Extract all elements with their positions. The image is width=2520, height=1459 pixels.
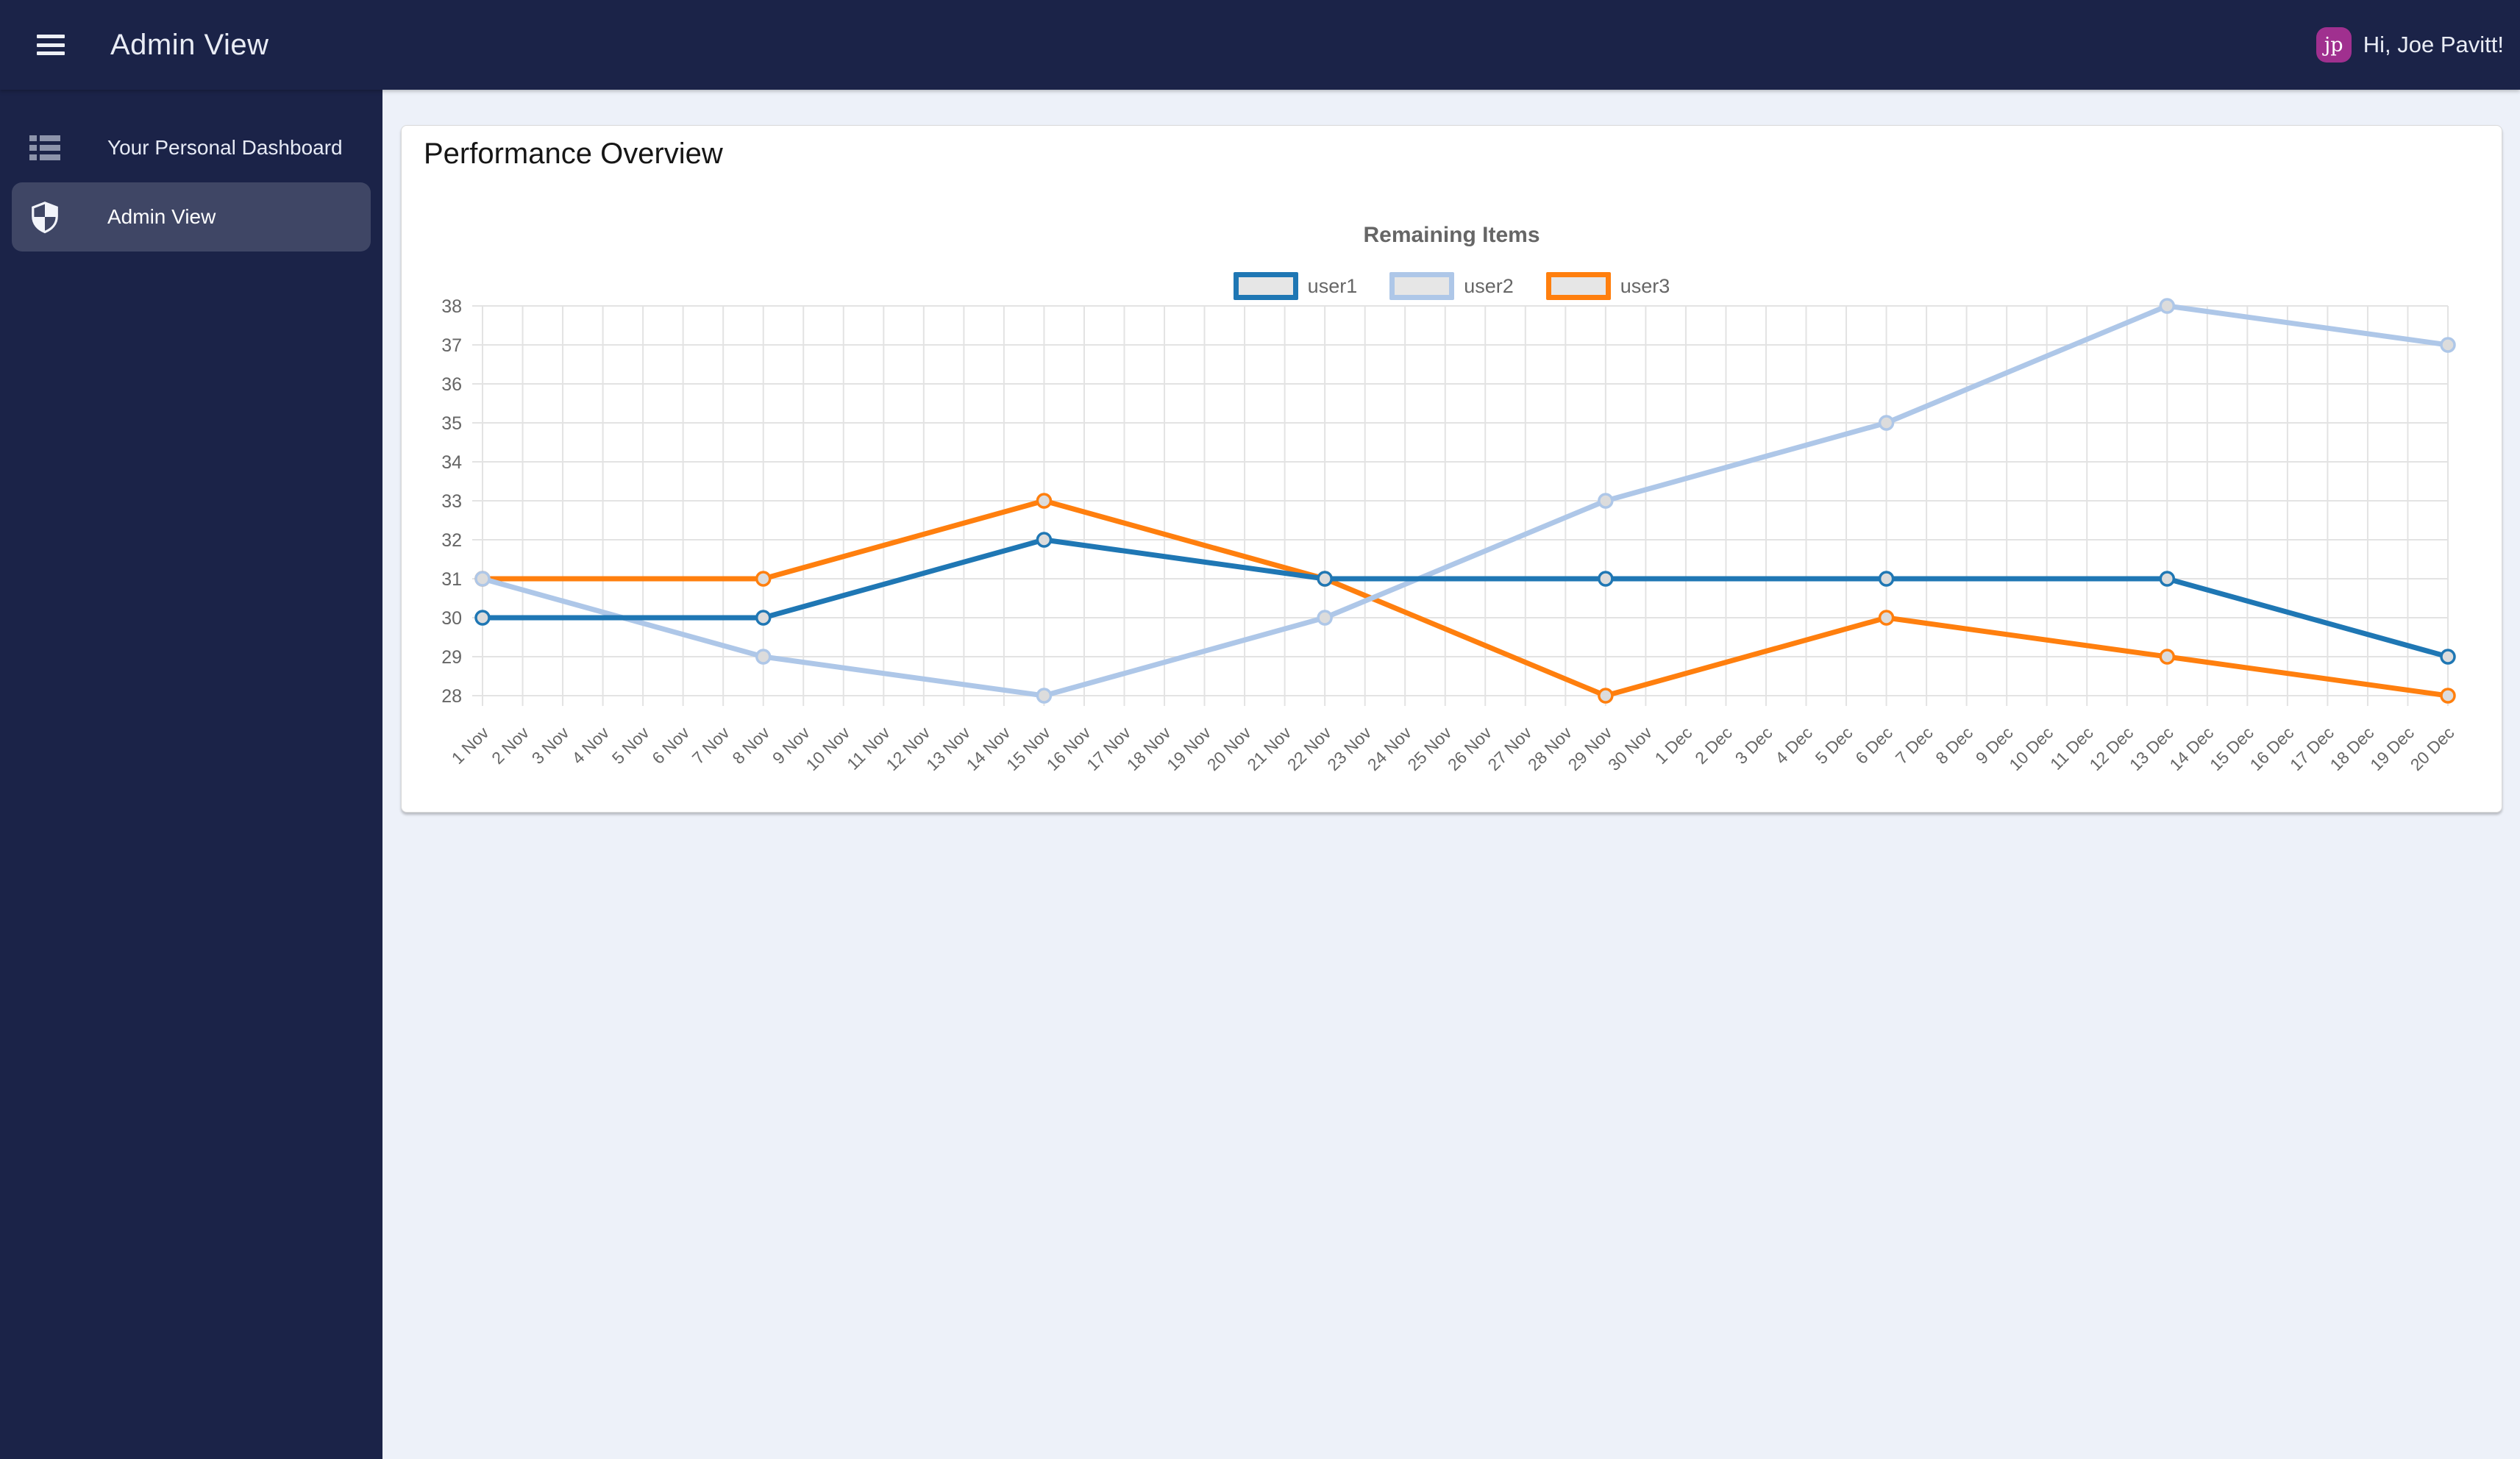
svg-text:1 Nov: 1 Nov <box>448 723 493 768</box>
avatar-initials: jp <box>2324 33 2343 57</box>
svg-text:38: 38 <box>441 296 462 317</box>
svg-text:2 Dec: 2 Dec <box>1691 723 1736 768</box>
svg-text:26 Nov: 26 Nov <box>1444 723 1495 774</box>
line-chart[interactable]: 1 Nov2 Nov3 Nov4 Nov5 Nov6 Nov7 Nov8 Nov… <box>409 291 2483 791</box>
svg-text:29: 29 <box>441 647 462 668</box>
hamburger-icon <box>37 35 65 38</box>
svg-text:5 Nov: 5 Nov <box>608 723 653 768</box>
svg-text:30: 30 <box>441 608 462 629</box>
svg-text:35: 35 <box>441 413 462 434</box>
svg-text:7 Dec: 7 Dec <box>1892 723 1937 768</box>
svg-text:27 Nov: 27 Nov <box>1484 723 1535 774</box>
sidebar-item-label: Your Personal Dashboard <box>107 136 343 159</box>
svg-text:18 Dec: 18 Dec <box>2327 723 2378 774</box>
topbar: Admin View jp Hi, Joe Pavitt! <box>0 0 2520 90</box>
user-greeting: Hi, Joe Pavitt! <box>2363 32 2504 57</box>
svg-text:4 Nov: 4 Nov <box>568 723 613 768</box>
svg-text:4 Dec: 4 Dec <box>1771 723 1816 768</box>
svg-text:14 Nov: 14 Nov <box>963 723 1014 774</box>
svg-text:17 Dec: 17 Dec <box>2286 723 2338 774</box>
svg-text:20 Nov: 20 Nov <box>1203 723 1255 774</box>
svg-text:7 Nov: 7 Nov <box>688 723 733 768</box>
svg-text:31: 31 <box>441 569 462 590</box>
svg-text:19 Nov: 19 Nov <box>1163 723 1214 774</box>
svg-text:20 Dec: 20 Dec <box>2407 723 2458 774</box>
sidebar-item-label: Admin View <box>107 205 216 228</box>
svg-text:36: 36 <box>441 374 462 395</box>
svg-text:15 Nov: 15 Nov <box>1003 723 1054 774</box>
sidebar: Your Personal Dashboard Admin View <box>0 90 382 1459</box>
svg-text:1 Dec: 1 Dec <box>1651 723 1696 768</box>
svg-text:11 Nov: 11 Nov <box>843 723 894 774</box>
topbar-title: Admin View <box>110 28 269 61</box>
performance-card: Performance Overview Remaining Items use… <box>401 125 2502 813</box>
svg-text:12 Dec: 12 Dec <box>2085 723 2137 774</box>
main-content: Performance Overview Remaining Items use… <box>382 90 2520 1459</box>
sidebar-item-personal-dashboard[interactable]: Your Personal Dashboard <box>12 113 371 182</box>
svg-text:14 Dec: 14 Dec <box>2165 723 2217 774</box>
svg-text:15 Dec: 15 Dec <box>2206 723 2257 774</box>
svg-text:3 Nov: 3 Nov <box>528 723 573 768</box>
chart-title: Remaining Items <box>1363 223 1540 247</box>
dashboard-list-icon <box>29 132 60 164</box>
svg-text:16 Dec: 16 Dec <box>2246 723 2297 774</box>
svg-text:24 Nov: 24 Nov <box>1364 723 1415 774</box>
svg-text:13 Nov: 13 Nov <box>922 723 974 774</box>
svg-text:32: 32 <box>441 530 462 551</box>
svg-text:30 Nov: 30 Nov <box>1604 723 1656 774</box>
svg-text:5 Dec: 5 Dec <box>1812 723 1857 768</box>
svg-text:18 Nov: 18 Nov <box>1123 723 1175 774</box>
svg-text:19 Dec: 19 Dec <box>2366 723 2418 774</box>
svg-text:16 Nov: 16 Nov <box>1043 723 1095 774</box>
svg-text:21 Nov: 21 Nov <box>1243 723 1295 774</box>
svg-text:10 Dec: 10 Dec <box>2005 723 2057 774</box>
svg-text:23 Nov: 23 Nov <box>1323 723 1375 774</box>
svg-text:33: 33 <box>441 491 462 512</box>
svg-text:2 Nov: 2 Nov <box>488 723 533 768</box>
svg-text:10 Nov: 10 Nov <box>802 723 853 774</box>
sidebar-item-admin-view[interactable]: Admin View <box>12 182 371 252</box>
svg-text:12 Nov: 12 Nov <box>882 723 933 774</box>
svg-text:29 Nov: 29 Nov <box>1564 723 1615 774</box>
shield-icon <box>29 201 60 234</box>
svg-text:8 Dec: 8 Dec <box>1932 723 1976 768</box>
svg-text:34: 34 <box>441 452 462 473</box>
svg-text:11 Dec: 11 Dec <box>2046 723 2097 774</box>
svg-text:37: 37 <box>441 335 462 356</box>
hamburger-menu-button[interactable] <box>37 35 65 55</box>
svg-text:13 Dec: 13 Dec <box>2126 723 2177 774</box>
topbar-user-area: jp Hi, Joe Pavitt! <box>2316 27 2504 63</box>
svg-text:3 Dec: 3 Dec <box>1731 723 1776 768</box>
svg-text:28 Nov: 28 Nov <box>1524 723 1576 774</box>
svg-text:25 Nov: 25 Nov <box>1403 723 1455 774</box>
page-title: Performance Overview <box>424 138 723 170</box>
svg-text:6 Nov: 6 Nov <box>648 723 693 768</box>
svg-text:17 Nov: 17 Nov <box>1083 723 1134 774</box>
svg-text:8 Nov: 8 Nov <box>728 723 773 768</box>
avatar[interactable]: jp <box>2316 27 2352 63</box>
svg-text:28: 28 <box>441 686 462 707</box>
svg-text:6 Dec: 6 Dec <box>1851 723 1896 768</box>
svg-text:22 Nov: 22 Nov <box>1284 723 1335 774</box>
